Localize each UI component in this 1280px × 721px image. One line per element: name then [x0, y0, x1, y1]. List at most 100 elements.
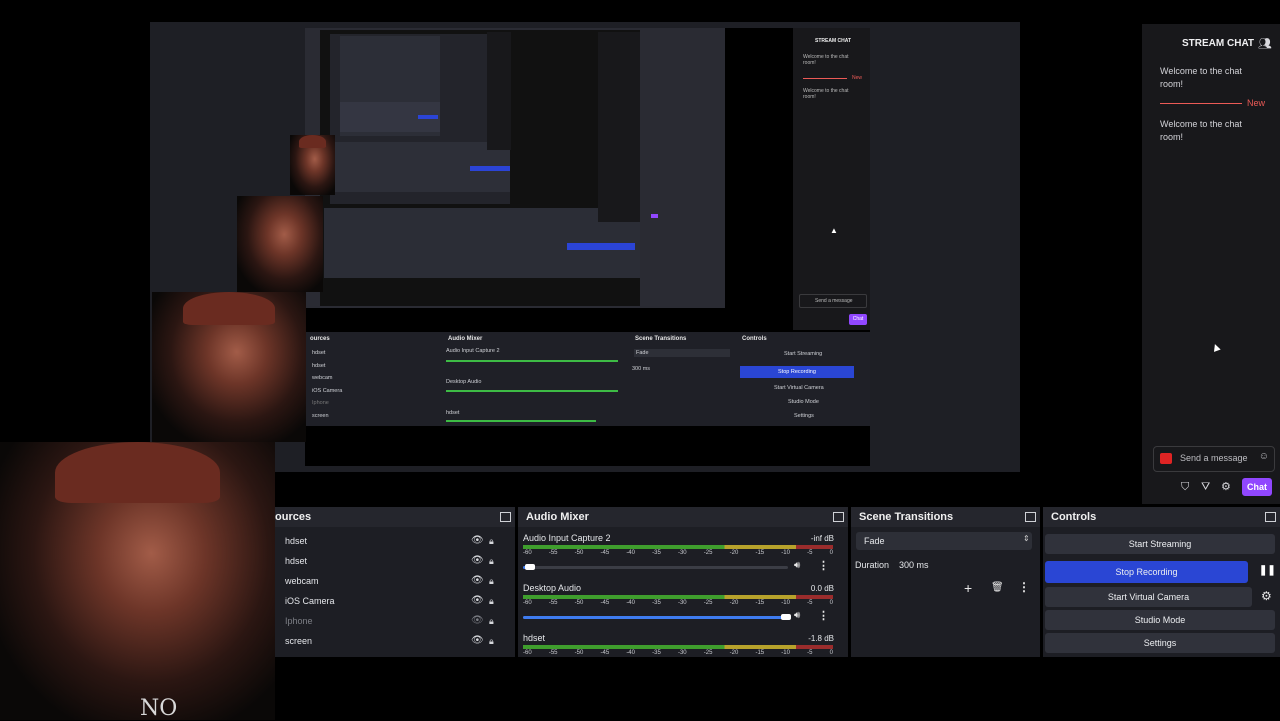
nested-virtual-cam: Start Virtual Camera: [774, 385, 824, 391]
speaker-icon[interactable]: 🔊︎: [794, 560, 800, 571]
sources-dock: ources hdset 👁︎ 🔒︎ hdset 👁︎ 🔒︎ webcam 👁︎…: [275, 507, 515, 657]
studio-mode-button[interactable]: Studio Mode: [1045, 610, 1275, 630]
source-item[interactable]: webcam: [285, 576, 319, 586]
chat-send-button[interactable]: Chat: [1242, 478, 1272, 496]
speaker-icon[interactable]: 🔊︎: [794, 610, 800, 621]
channel-menu-icon[interactable]: ⋮: [818, 559, 829, 572]
nested-chat-new: New: [852, 75, 863, 81]
eye-icon[interactable]: 👁︎: [471, 575, 484, 586]
controls-title: Controls: [1051, 511, 1097, 523]
nested-chat-msg: Welcome to the chat room!: [803, 54, 849, 66]
lock-icon[interactable]: 🔒︎: [489, 616, 494, 627]
new-label: New: [1247, 98, 1266, 108]
nested-meter: [446, 390, 618, 392]
nested-meter: [446, 360, 618, 362]
gear-icon[interactable]: ⚙: [1221, 480, 1231, 493]
chat-input-placeholder: Send a message: [1180, 453, 1248, 463]
scene-transitions-dock: Scene Transitions Fade ⇕ Duration 300 ms…: [851, 507, 1040, 657]
nested-chat-msg: Welcome to the chat room!: [803, 88, 849, 100]
shield-icon[interactable]: ⛉: [1181, 481, 1189, 494]
undock-icon[interactable]: [1025, 512, 1036, 522]
bits-icon[interactable]: ⛛: [1201, 481, 1210, 494]
nested-start-stream: Start Streaming: [784, 351, 823, 357]
undock-icon[interactable]: [833, 512, 844, 522]
sources-title: ources: [275, 511, 312, 523]
source-item[interactable]: hdset: [285, 536, 307, 546]
nested-channel: Desktop Audio: [446, 379, 482, 385]
webcam-feed: [0, 442, 275, 720]
source-item-hidden[interactable]: Iphone: [285, 616, 313, 626]
trash-icon[interactable]: 🗑︎: [991, 582, 1004, 593]
nested-stop-recording: [567, 243, 635, 250]
stop-recording-button[interactable]: Stop Recording: [1045, 561, 1248, 583]
eye-icon[interactable]: 👁︎: [471, 595, 484, 606]
webcam-thumb-2: [237, 196, 323, 292]
nested-stop-recording-2: [470, 166, 510, 171]
eye-icon[interactable]: 👁︎: [471, 555, 484, 566]
undock-icon[interactable]: [500, 512, 511, 522]
camera-icon: [1160, 453, 1172, 464]
duration-input[interactable]: 300 ms: [891, 556, 1032, 574]
nested-chat-2: [598, 32, 640, 222]
source-item[interactable]: hdset: [285, 556, 307, 566]
volume-slider[interactable]: [523, 614, 791, 620]
audio-mixer-title: Audio Mixer: [526, 511, 589, 523]
nested-transitions-title: Scene Transitions: [635, 336, 687, 342]
nested-chat-1: STREAM CHAT Welcome to the chat room! Ne…: [793, 28, 870, 330]
nested-stop-recording-3: [418, 115, 438, 119]
nested-duration: 300 ms: [632, 366, 651, 372]
chat-message: Welcome to the chat room!: [1160, 66, 1242, 89]
start-virtual-camera-button[interactable]: Start Virtual Camera: [1045, 587, 1252, 607]
nested-src: hdset: [312, 363, 326, 369]
volume-slider[interactable]: [523, 564, 788, 570]
nested-preview-4: [340, 36, 440, 136]
scene-transitions-title: Scene Transitions: [859, 511, 954, 523]
pause-icon[interactable]: ❚❚: [1259, 565, 1276, 576]
lock-icon[interactable]: 🔒︎: [489, 636, 494, 647]
select-arrows-icon: ⇕: [1023, 534, 1030, 543]
webcam-thumb-1: [152, 292, 306, 442]
volume-meter: [523, 545, 833, 549]
source-item[interactable]: screen: [285, 636, 312, 646]
source-item[interactable]: iOS Camera: [285, 596, 335, 606]
nested-chat-btn: [651, 214, 658, 218]
gear-icon[interactable]: ⚙: [1261, 589, 1272, 603]
new-divider: [1160, 103, 1242, 104]
nested-dock: ources Audio Mixer Scene Transitions Con…: [306, 332, 870, 426]
lock-icon[interactable]: 🔒︎: [489, 576, 494, 587]
start-streaming-button[interactable]: Start Streaming: [1045, 534, 1275, 554]
settings-button[interactable]: Settings: [1045, 633, 1275, 653]
lock-icon[interactable]: 🔒︎: [489, 556, 494, 567]
eye-icon[interactable]: 👁︎: [471, 535, 484, 546]
nested-stop-label: Stop Recording: [778, 369, 816, 375]
lock-icon[interactable]: 🔒︎: [489, 596, 494, 607]
nested-new-line: [803, 78, 847, 79]
meter-ticks: -60 -55 -50 -45 -40 -35 -30 -25 -20 -15 -10 -5 0: [523, 600, 833, 606]
chat-input[interactable]: Send a message ☺: [1153, 446, 1275, 472]
duration-label: Duration: [855, 560, 890, 570]
webcam-thumb-3: [290, 135, 335, 195]
channel-name: Audio Input Capture 2: [523, 533, 611, 543]
channel-menu-icon[interactable]: ⋮: [818, 609, 829, 622]
nested-settings: Settings: [794, 413, 814, 419]
users-icon[interactable]: 👥︎: [1258, 37, 1272, 50]
nested-chat-btn-2: Chat: [849, 314, 867, 325]
eye-icon[interactable]: 👁︎: [471, 635, 484, 646]
emote-icon[interactable]: ☺: [1259, 451, 1269, 462]
nested-src: screen: [312, 413, 329, 419]
undock-icon[interactable]: [1265, 512, 1276, 522]
transition-select[interactable]: Fade: [856, 532, 1032, 550]
nested-chat-ph: Send a message: [815, 298, 853, 304]
volume-meter: [523, 595, 833, 599]
meter-ticks: -60 -55 -50 -45 -40 -35 -30 -25 -20 -15 -10 -5 0: [523, 550, 833, 556]
nested-fade: Fade: [636, 350, 649, 356]
nested-chat-title: STREAM CHAT: [815, 38, 852, 44]
nested-src: Iphone: [312, 400, 329, 406]
transition-menu-icon[interactable]: ⋮: [1018, 580, 1030, 594]
controls-dock: Controls Start Streaming Stop Recording …: [1043, 507, 1280, 657]
lock-icon[interactable]: 🔒︎: [489, 536, 494, 547]
channel-name: Desktop Audio: [523, 583, 582, 593]
eye-off-icon[interactable]: 👁︎: [471, 615, 484, 626]
nested-studio: Studio Mode: [788, 399, 819, 405]
add-transition-icon[interactable]: +: [964, 580, 972, 596]
